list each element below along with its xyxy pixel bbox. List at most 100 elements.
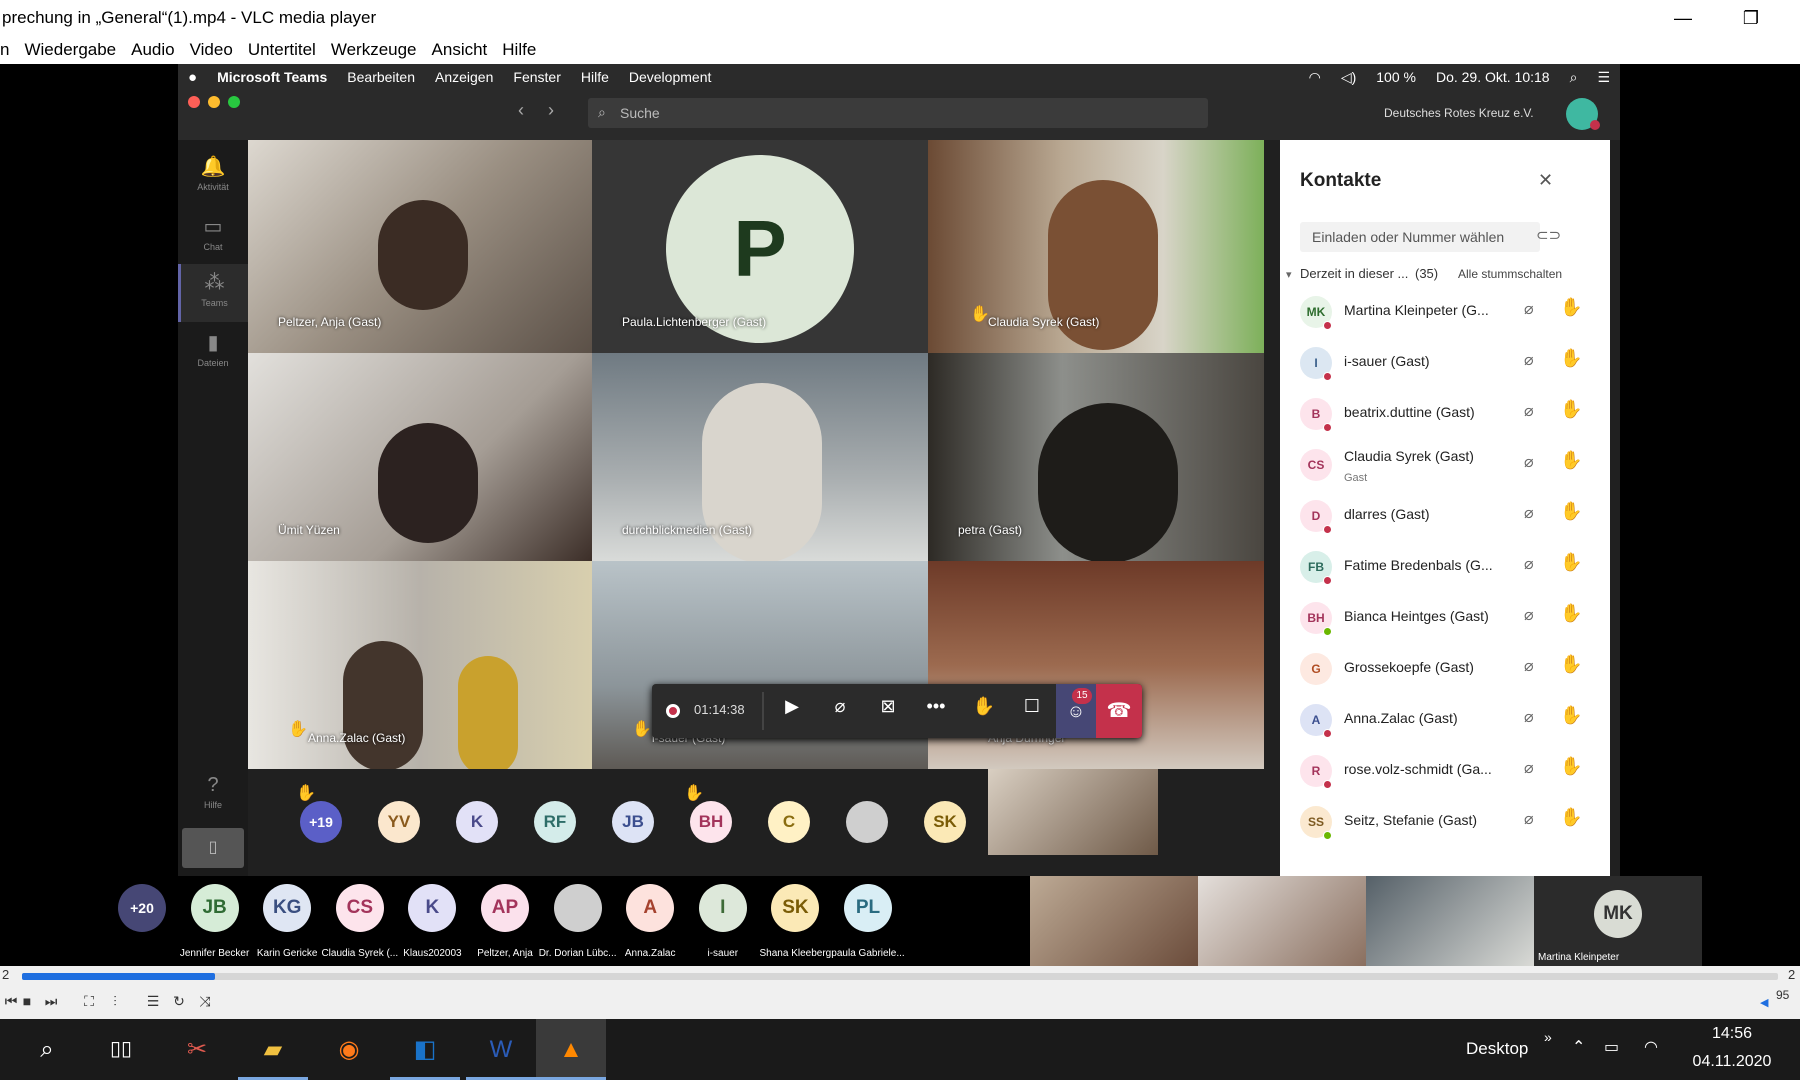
section-header[interactable]: Derzeit in dieser ... [1300,266,1408,281]
snipping-tool-icon[interactable]: ✂ [162,1019,232,1080]
strip-avatar[interactable] [846,801,888,843]
bell-icon: 🔔 [200,156,226,178]
strip-avatar[interactable]: K [456,801,498,843]
seek-progress [22,973,216,980]
chat-icon: ▭ [203,216,223,238]
outer-avatar[interactable]: AP [481,884,529,932]
playlist-icon[interactable]: ☰ [142,990,164,1012]
chevron-down-icon[interactable]: ▾ [1286,268,1292,281]
chevron-up-icon[interactable]: ⌃ [1572,1037,1585,1057]
outlook-icon[interactable]: ◧ [390,1019,460,1080]
battery-icon[interactable]: ▭ [1604,1037,1619,1057]
call-timer: 01:14:38 [694,702,745,717]
loop-icon[interactable]: ↻ [168,990,190,1012]
file-explorer-icon[interactable]: ▰ [238,1019,308,1080]
outer-avatar[interactable]: CS [335,884,384,932]
close-icon[interactable]: ✕ [1538,170,1553,191]
participant-row[interactable]: CS Claudia Syrek (Gast) Gast ⌀ ✋ [1280,440,1610,491]
share-screen-button[interactable]: ⊠ [868,696,908,726]
spotlight-icon: ⌕ [1569,68,1578,85]
word-icon[interactable]: W [466,1019,536,1080]
minimize-dot[interactable] [208,96,220,108]
strip-avatar[interactable]: SK [924,801,966,843]
outer-avatar[interactable]: K [408,884,457,932]
hang-up-button[interactable]: ☎ [1096,684,1142,738]
menu-item-subtitle[interactable]: Untertitel [240,36,323,64]
chat-button[interactable]: ☐ [1012,696,1052,726]
participant-row[interactable]: A Anna.Zalac (Gast) ⌀ ✋ [1280,695,1610,746]
device-button[interactable]: ▯ [182,828,244,868]
desktop-toolbar[interactable]: Desktop [1466,1039,1528,1059]
outer-avatar[interactable]: JB [190,884,239,932]
fullscreen-icon[interactable]: ⛶ [78,990,100,1012]
menu-item-view[interactable]: Ansicht [424,36,495,64]
menu-item-media[interactable]: n [0,36,16,64]
seek-slider[interactable] [22,973,1778,980]
participant-row[interactable]: Rrose.volz-schmidt (Ga... ⌀ ✋ [1280,746,1610,797]
strip-avatar[interactable]: RF [534,801,576,843]
participant-row[interactable]: Ddlarres (Gast) ⌀ ✋ [1280,491,1610,542]
outer-avatar[interactable]: I [698,884,747,932]
forward-arrow-icon[interactable]: › [548,100,554,121]
mute-all-link[interactable]: Alle stummschalten [1458,267,1562,281]
mic-off-button[interactable]: ⌀ [820,696,860,726]
back-arrow-icon[interactable]: ‹ [518,100,524,121]
strip-avatar[interactable]: YV [378,801,420,843]
participant-row[interactable]: MK Martina Kleinpeter (G... ⌀ ✋ [1280,287,1610,338]
participant-row[interactable]: BH Bianca Heintges (Gast) ⌀ ✋ [1280,593,1610,644]
rail-chat[interactable]: ▭ Chat [178,208,248,266]
expand-toolbar-icon[interactable]: » [1544,1029,1552,1045]
rail-files[interactable]: ▮ Dateien [178,324,248,382]
outer-avatar[interactable]: KG [263,884,312,932]
volume-icon[interactable]: ◀ [1760,996,1768,1009]
rail-teams[interactable]: ⁂ Teams [178,264,248,322]
clock-time[interactable]: 14:56 [1682,1025,1782,1043]
strip-avatar[interactable]: BH [690,801,732,843]
participant-row[interactable]: G Grossekoepfe (Gast) ⌀ ✋ [1280,644,1610,695]
raised-hand-icon: ✋ [1560,756,1583,776]
shuffle-icon[interactable]: ⤨ [194,990,216,1012]
org-switcher[interactable]: Deutsches Rotes Kreuz e.V. [1384,106,1534,120]
strip-avatar[interactable]: +19 [300,801,342,843]
network-icon[interactable]: ◠ [1644,1037,1658,1057]
participant-row[interactable]: SS Seitz, Stefanie (Gast) ⌀ ✋ [1280,797,1610,848]
close-dot[interactable] [188,96,200,108]
camera-button[interactable]: ▶ [772,696,812,726]
participant-row[interactable]: Bbeatrix.duttine (Gast) ⌀ ✋ [1280,389,1610,440]
menu-item-help[interactable]: Hilfe [494,36,543,64]
invite-input[interactable]: Einladen oder Nummer wählen [1300,222,1540,252]
rail-label: Chat [203,242,223,252]
minimize-button[interactable]: — [1660,0,1706,36]
outer-avatar[interactable]: PL [844,884,892,932]
search-icon[interactable]: ⌕ [12,1019,82,1080]
raise-hand-button[interactable]: ✋ [964,696,1004,726]
search-input[interactable]: Suche [588,98,1208,128]
firefox-icon[interactable]: ◉ [314,1019,384,1080]
outer-avatar[interactable]: SK [771,884,820,932]
next-icon[interactable]: ⏭ [40,990,62,1012]
strip-avatar[interactable]: JB [612,801,654,843]
menu-item-tools[interactable]: Werkzeuge [323,36,424,64]
menu-item-video[interactable]: Video [182,36,240,64]
participant-row[interactable]: Ii-sauer (Gast) ⌀ ✋ [1280,338,1610,389]
outer-avatar[interactable]: A [626,884,675,932]
zoom-dot[interactable] [228,96,240,108]
seek-area: 2 2 [0,966,1800,986]
task-view-icon[interactable]: ▯▯ [86,1019,156,1080]
clock-date[interactable]: 04.11.2020 [1676,1053,1788,1071]
share-link-icon[interactable]: ⊂⊃ [1536,226,1561,244]
outer-avatar[interactable] [553,884,602,932]
teams-titlebar: ‹ › Suche ⌕ Deutsches Rotes Kreuz e.V. [178,90,1620,140]
menu-item-playback[interactable]: Wiedergabe [16,36,123,64]
rail-help[interactable]: ? Hilfe [178,766,248,824]
menu-item-audio[interactable]: Audio [123,36,181,64]
stop-icon[interactable]: ■ [16,990,38,1012]
participant-row[interactable]: FB Fatime Bredenbals (G... ⌀ ✋ [1280,542,1610,593]
strip-avatar[interactable]: C [768,801,810,843]
rail-activity[interactable]: 🔔 Aktivität [178,148,248,206]
restore-button[interactable]: ❐ [1728,0,1774,36]
vlc-taskbar-icon[interactable]: ▲ [536,1019,606,1080]
more-options-button[interactable]: ••• [916,696,956,726]
outer-avatar[interactable]: +20 [118,884,166,932]
extended-settings-icon[interactable]: ⫶ [104,990,126,1012]
